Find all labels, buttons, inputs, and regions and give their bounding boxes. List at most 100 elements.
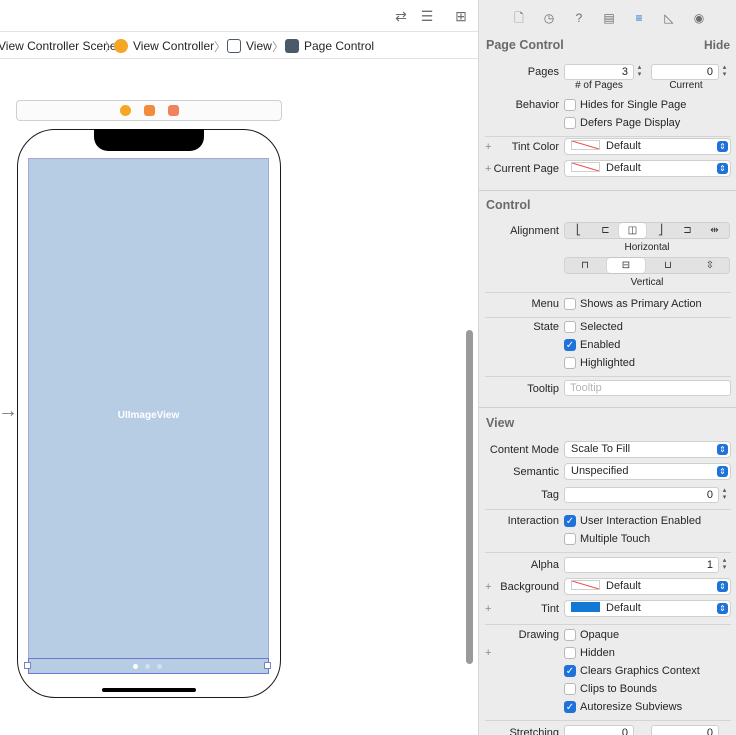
user-interaction-checkbox[interactable]: ✓ <box>564 515 576 527</box>
vertical-alignment-control[interactable]: ⊓ ⊟ ⊔ ⇳ <box>564 257 730 274</box>
first-responder-icon[interactable] <box>144 105 155 116</box>
device-frame: UIImageView <box>17 129 281 698</box>
attributes-inspector: 🗋 ◷ ? ▤ ≡ ◺ ◉ Page Control Hide Pages 3 … <box>478 0 736 735</box>
pages-field[interactable]: 3 <box>564 64 634 80</box>
tint-color-popup[interactable]: Default ⇕ <box>564 138 731 155</box>
defers-display-checkbox[interactable] <box>564 117 576 129</box>
semantic-label: Semantic <box>513 466 559 478</box>
background-popup[interactable]: Default ⇕ <box>564 578 731 595</box>
multiple-touch-checkbox[interactable] <box>564 533 576 545</box>
breadcrumb-scene[interactable]: View Controller Scene <box>0 39 117 53</box>
file-inspector-icon[interactable]: 🗋 <box>511 10 527 26</box>
section-divider <box>479 407 736 408</box>
page-dot <box>145 664 150 669</box>
tint-popup[interactable]: Default ⇕ <box>564 600 731 617</box>
section-title-view: View <box>486 416 515 430</box>
current-page-field[interactable]: 0 <box>651 64 719 80</box>
size-inspector-icon[interactable]: ◺ <box>661 10 677 26</box>
horizontal-label: Horizontal <box>624 242 670 253</box>
entry-point-arrow-icon[interactable]: → <box>0 400 18 423</box>
identity-inspector-icon[interactable]: ▤ <box>601 10 617 26</box>
hide-section-button[interactable]: Hide <box>704 38 730 52</box>
align-middle-icon[interactable]: ⊟ <box>607 258 645 273</box>
view-controller-icon[interactable] <box>120 105 131 116</box>
tag-stepper[interactable]: ▴ ▾ <box>720 487 729 503</box>
tint-color-label: Tint Color <box>511 141 559 153</box>
clips-bounds-checkbox[interactable] <box>564 683 576 695</box>
align-fill-icon[interactable]: ⇹ <box>701 223 728 238</box>
multiple-touch-label: Multiple Touch <box>580 533 651 545</box>
current-page-color-popup[interactable]: Default ⇕ <box>564 160 731 177</box>
adjust-editor-options-icon[interactable]: ☰ <box>418 8 436 24</box>
canvas-scrollbar[interactable] <box>466 330 473 664</box>
autoresize-label: Autoresize Subviews <box>580 701 683 713</box>
align-bottom-icon[interactable]: ⊔ <box>649 258 687 273</box>
editor-toolbar: ⇄ ☰ ⊞ <box>0 0 478 32</box>
pages-label: Pages <box>527 66 559 78</box>
align-left-icon[interactable]: ⎣ <box>565 223 592 238</box>
pages-stepper[interactable]: ▴ ▾ <box>635 64 644 80</box>
enabled-label: Enabled <box>580 339 621 351</box>
breadcrumb-separator: 〉 <box>214 40 227 54</box>
view-icon <box>227 39 241 53</box>
section-title-page-control: Page Control <box>486 38 564 52</box>
content-mode-popup[interactable]: Scale To Fill ⇕ <box>564 441 731 458</box>
resize-handle[interactable] <box>264 662 271 669</box>
add-editor-icon[interactable]: ⊞ <box>452 8 470 24</box>
align-center-icon[interactable]: ◫ <box>619 223 646 238</box>
breadcrumb-page-control[interactable]: Page Control <box>304 39 374 53</box>
divider <box>485 376 731 377</box>
opaque-label: Opaque <box>580 629 620 641</box>
tag-label: Tag <box>541 489 559 501</box>
alpha-field[interactable]: 1 <box>564 557 719 573</box>
page-control[interactable] <box>28 658 269 674</box>
align-leading-icon[interactable]: ⊏ <box>592 223 619 238</box>
alpha-stepper[interactable]: ▴ ▾ <box>720 557 729 573</box>
jump-bar: View Controller Scene 〉 View Controller … <box>0 33 478 59</box>
behavior-label: Behavior <box>515 99 559 111</box>
primary-action-checkbox[interactable] <box>564 298 576 310</box>
selected-checkbox[interactable] <box>564 321 576 333</box>
scene-dock[interactable] <box>16 100 282 121</box>
hidden-checkbox[interactable] <box>564 647 576 659</box>
align-trailing-icon[interactable]: ⊐ <box>674 223 701 238</box>
add-variation-icon[interactable]: + <box>485 647 491 659</box>
highlighted-checkbox[interactable] <box>564 357 576 369</box>
align-vfill-icon[interactable]: ⇳ <box>691 258 729 273</box>
enabled-checkbox[interactable]: ✓ <box>564 339 576 351</box>
interaction-label: Interaction <box>507 515 559 527</box>
chevron-updown-icon: ⇕ <box>717 163 728 174</box>
swap-icon[interactable]: ⇄ <box>392 8 410 24</box>
storyboard-canvas[interactable]: → UIImageView <box>0 60 478 735</box>
connections-inspector-icon[interactable]: ◉ <box>691 10 707 26</box>
defers-display-label: Defers Page Display <box>580 117 681 129</box>
current-page-stepper[interactable]: ▴ ▾ <box>720 64 729 80</box>
align-right-icon[interactable]: ⎦ <box>647 223 674 238</box>
exit-icon[interactable] <box>168 105 179 116</box>
opaque-checkbox[interactable] <box>564 629 576 641</box>
alpha-label: Alpha <box>530 559 559 571</box>
tooltip-field[interactable]: Tooltip <box>564 380 731 396</box>
breadcrumb-view-controller[interactable]: View Controller <box>133 39 214 53</box>
divider <box>485 136 731 137</box>
background-value: Default <box>606 580 641 592</box>
autoresize-checkbox[interactable]: ✓ <box>564 701 576 713</box>
state-label: State <box>533 321 559 333</box>
align-top-icon[interactable]: ⊓ <box>568 258 602 273</box>
alignment-label: Alignment <box>510 225 559 237</box>
color-swatch <box>571 580 600 590</box>
clears-graphics-checkbox[interactable]: ✓ <box>564 665 576 677</box>
attributes-inspector-icon[interactable]: ≡ <box>631 10 647 26</box>
stretching-y-field[interactable]: 0 <box>651 725 719 735</box>
tag-field[interactable]: 0 <box>564 487 719 503</box>
image-view[interactable]: UIImageView <box>28 158 269 674</box>
semantic-popup[interactable]: Unspecified ⇕ <box>564 463 731 480</box>
stretching-x-field[interactable]: 0 <box>564 725 634 735</box>
history-inspector-icon[interactable]: ◷ <box>541 10 557 26</box>
breadcrumb-view[interactable]: View <box>246 39 272 53</box>
resize-handle[interactable] <box>24 662 31 669</box>
horizontal-alignment-control[interactable]: ⎣ ⊏ ◫ ⎦ ⊐ ⇹ <box>564 222 730 239</box>
hides-single-page-checkbox[interactable] <box>564 99 576 111</box>
divider <box>485 552 731 553</box>
quick-help-icon[interactable]: ? <box>571 10 587 26</box>
